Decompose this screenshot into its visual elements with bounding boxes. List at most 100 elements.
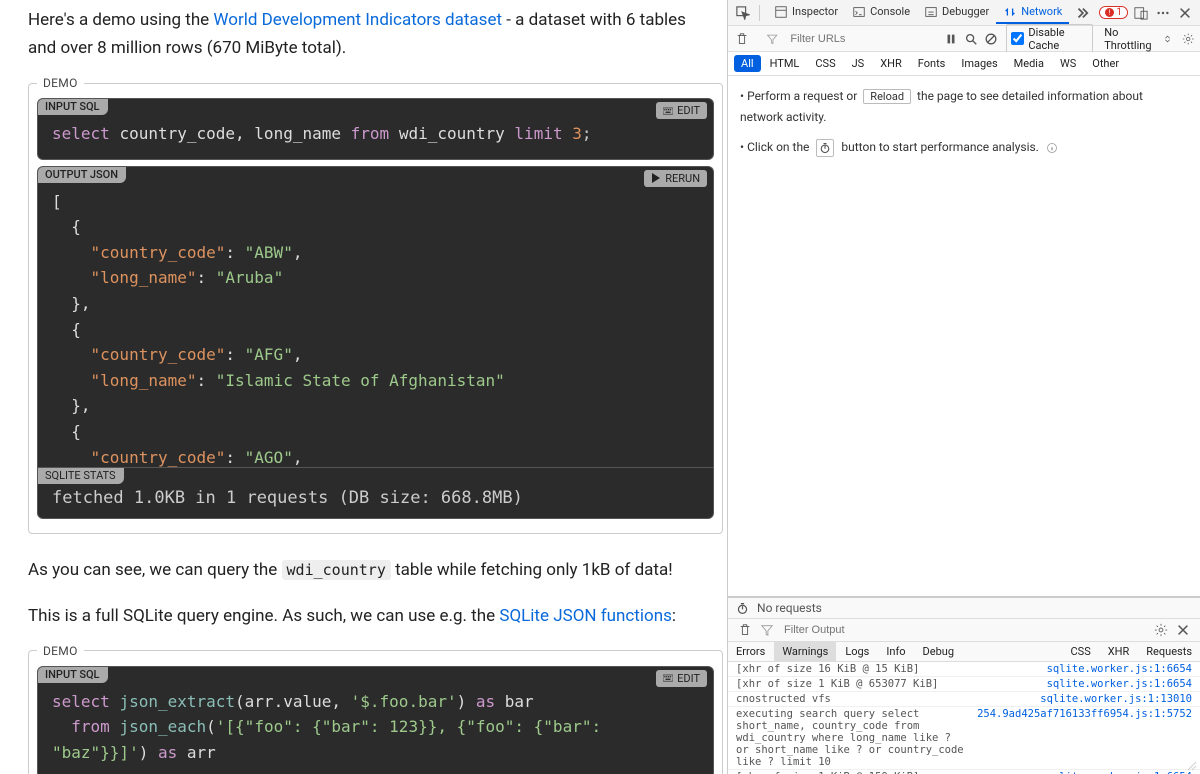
console-toggle-xhr[interactable]: XHR xyxy=(1100,642,1138,661)
devtools-tab-network[interactable]: Network xyxy=(996,2,1069,24)
type-filters: AllHTMLCSSJSXHRFontsImagesMediaWSOther xyxy=(728,52,1200,76)
sql-code[interactable]: select country_code, long_name from wdi_… xyxy=(38,99,713,159)
console-filter-row xyxy=(728,619,1200,642)
error-count-badge[interactable]: !1 xyxy=(1099,6,1128,19)
responsive-mode-icon[interactable] xyxy=(1132,4,1150,22)
console-line: [xhr of size 1 KiB @ 653077 KiB]sqlite.w… xyxy=(728,677,1200,692)
input-sql-label-2: INPUT SQL xyxy=(37,666,108,683)
text: As you can see, we can query the xyxy=(28,560,282,580)
type-filter-css[interactable]: CSS xyxy=(808,55,842,72)
devtools-tab-inspector[interactable]: Inspector xyxy=(767,2,845,24)
console-source-link[interactable]: sqlite.worker.js:1:6654 xyxy=(1047,663,1192,675)
console-tab-debug[interactable]: Debug xyxy=(915,642,962,661)
disable-cache-checkbox[interactable]: Disable Cache xyxy=(1006,24,1093,54)
text: Click on the xyxy=(747,140,809,154)
type-filter-other[interactable]: Other xyxy=(1085,55,1126,72)
edit-button[interactable]: EDIT xyxy=(656,102,707,119)
demo-block-2: DEMO INPUT SQL EDIT select json_extract(… xyxy=(28,644,723,774)
console-toggle-requests[interactable]: Requests xyxy=(1138,642,1200,661)
pick-element-icon[interactable] xyxy=(734,4,752,22)
type-filter-xhr[interactable]: XHR xyxy=(873,55,909,72)
devtools-console-drawer: No requests ErrorsWarningsLogsInfoDebug C… xyxy=(728,596,1200,774)
edit-label: EDIT xyxy=(677,672,700,685)
console-tabs: ErrorsWarningsLogsInfoDebug CSSXHRRequest… xyxy=(728,642,1200,662)
play-icon xyxy=(651,173,661,183)
no-requests-row: No requests xyxy=(728,598,1200,619)
console-source-link[interactable]: sqlite.worker.js:1:13010 xyxy=(1040,693,1192,705)
console-toggle-css[interactable]: CSS xyxy=(1063,642,1099,661)
funnel-icon xyxy=(766,32,778,46)
type-filter-html[interactable]: HTML xyxy=(763,55,807,72)
resize-handle-icon[interactable] xyxy=(1184,758,1198,772)
output-json-box: OUTPUT JSON RERUN [ { "country_code": "A… xyxy=(37,166,714,467)
error-count: 1 xyxy=(1116,7,1122,18)
funnel-icon xyxy=(760,623,774,637)
devtools-tab-console[interactable]: Console xyxy=(845,2,917,24)
reload-button[interactable]: Reload xyxy=(863,89,911,104)
info-icon[interactable] xyxy=(1046,142,1058,154)
kebab-menu-icon[interactable] xyxy=(1154,4,1172,22)
keyboard-icon xyxy=(663,673,673,683)
sql-code-2[interactable]: select json_extract(arr.value, '$.foo.ba… xyxy=(38,667,713,774)
gear-icon[interactable] xyxy=(1154,623,1168,637)
console-source-link[interactable]: 254.9ad425af716133ff6954.js:1:5752 xyxy=(977,708,1192,768)
gear-icon[interactable] xyxy=(1182,32,1194,46)
json-output[interactable]: [ { "country_code": "ABW", "long_name": … xyxy=(38,167,713,467)
type-filter-all[interactable]: All xyxy=(734,55,761,72)
wdi-link[interactable]: World Development Indicators dataset xyxy=(213,10,502,30)
devtools-pane: InspectorConsoleDebuggerNetwork !1 Disab… xyxy=(727,0,1200,774)
stopwatch-button[interactable] xyxy=(816,139,834,157)
text: : xyxy=(672,606,676,626)
trash-icon[interactable] xyxy=(734,30,750,48)
rerun-button[interactable]: RERUN xyxy=(644,170,707,187)
pause-icon[interactable] xyxy=(944,32,958,46)
text: Perform a request or xyxy=(747,89,857,103)
no-requests-text: No requests xyxy=(757,601,822,615)
text: Here's a demo using the xyxy=(28,10,213,30)
console-tab-info[interactable]: Info xyxy=(878,642,913,661)
close-devtools-icon[interactable] xyxy=(1176,4,1194,22)
type-filter-media[interactable]: Media xyxy=(1007,55,1051,72)
console-source-link[interactable]: sqlite.worker.js:1:6654 xyxy=(1047,678,1192,690)
paragraph-2: As you can see, we can query the wdi_cou… xyxy=(28,556,727,584)
more-tabs-icon[interactable] xyxy=(1073,4,1091,22)
caret-updown-icon xyxy=(1164,35,1171,43)
demo-block-1: DEMO INPUT SQL EDIT select country_code,… xyxy=(28,76,723,534)
console-tab-warnings[interactable]: Warnings xyxy=(774,642,836,661)
console-line: executing search query select short_name… xyxy=(728,707,1200,770)
type-filter-ws[interactable]: WS xyxy=(1053,55,1083,72)
console-tab-errors[interactable]: Errors xyxy=(728,642,773,661)
trash-icon[interactable] xyxy=(736,621,754,639)
devtools-toolbar: InspectorConsoleDebuggerNetwork !1 xyxy=(728,0,1200,26)
block-icon[interactable] xyxy=(984,32,998,46)
console-line: [xhr of size 16 KiB @ 15 KiB]sqlite.work… xyxy=(728,662,1200,677)
edit-button-2[interactable]: EDIT xyxy=(656,670,707,687)
inline-code-wdi: wdi_country xyxy=(282,560,391,580)
filter-output-input[interactable] xyxy=(780,622,1148,638)
console-line: [xhr of size 1 KiB @ 159 KiB]sqlite.work… xyxy=(728,770,1200,774)
sqlite-json-link[interactable]: SQLite JSON functions xyxy=(499,606,672,626)
rerun-label: RERUN xyxy=(665,172,700,185)
type-filter-js[interactable]: JS xyxy=(845,55,872,72)
edit-label: EDIT xyxy=(677,104,700,117)
devtools-tab-debugger[interactable]: Debugger xyxy=(917,2,996,24)
type-filter-images[interactable]: Images xyxy=(954,55,1004,72)
stopwatch-icon[interactable] xyxy=(736,602,749,615)
disable-cache-label: Disable Cache xyxy=(1028,26,1088,52)
disable-cache-input[interactable] xyxy=(1011,32,1024,45)
console-tab-logs[interactable]: Logs xyxy=(837,642,877,661)
input-sql-box: INPUT SQL EDIT select country_code, long… xyxy=(37,98,714,160)
demo-legend-2: DEMO xyxy=(37,644,84,658)
article-pane: Here's a demo using the World Developmen… xyxy=(0,0,727,774)
throttling-select[interactable]: No Throttling xyxy=(1101,24,1173,54)
search-icon[interactable] xyxy=(964,32,978,46)
filter-urls-input[interactable] xyxy=(786,31,936,47)
close-drawer-icon[interactable] xyxy=(1174,621,1192,639)
sqlite-stats-label: SQLITE STATS xyxy=(37,467,124,484)
type-filter-fonts[interactable]: Fonts xyxy=(911,55,953,72)
svg-text:!: ! xyxy=(1109,8,1111,17)
console-output[interactable]: [xhr of size 16 KiB @ 15 KiB]sqlite.work… xyxy=(728,662,1200,774)
text: This is a full SQLite query engine. As s… xyxy=(28,606,499,626)
keyboard-icon xyxy=(663,106,673,116)
input-sql-box-2: INPUT SQL EDIT select json_extract(arr.v… xyxy=(37,666,714,774)
